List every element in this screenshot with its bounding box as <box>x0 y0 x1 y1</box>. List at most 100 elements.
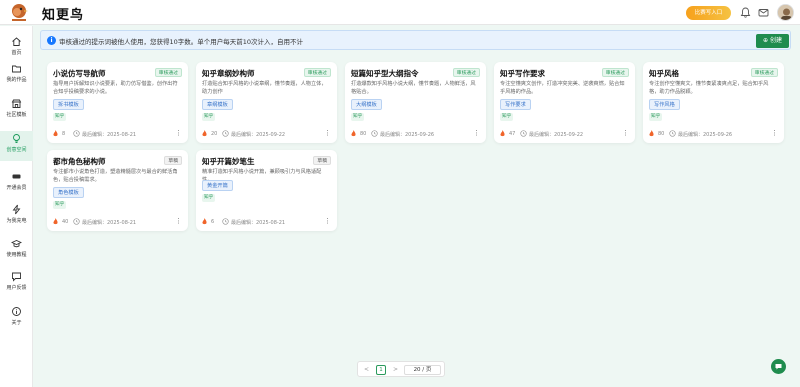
page-number-button[interactable]: 1 <box>376 365 386 375</box>
last-edited: 最后编辑：2025-08-21 <box>231 220 286 226</box>
sidebar-item-label: 创意空间 <box>6 147 27 153</box>
cap-icon <box>11 240 22 248</box>
template-tag[interactable]: 大纲模板 <box>351 99 382 110</box>
chat-bubble-icon <box>775 364 782 370</box>
vip-icon <box>12 174 21 179</box>
usage-count: 20 <box>211 131 218 137</box>
more-options-icon[interactable]: ⋮ <box>175 130 182 137</box>
card-title: 知乎章纲妙构师 <box>202 69 255 78</box>
sidebar-item-label: 社区模板 <box>6 112 27 118</box>
clock-icon <box>371 130 378 137</box>
template-tag[interactable]: 写作要求 <box>500 99 531 110</box>
usage-count: 80 <box>360 131 367 137</box>
sidebar-item-vip[interactable]: 开通会员 <box>0 171 33 201</box>
prompt-card[interactable]: 知乎章纲妙构师 审核通过 打造贴合知乎风格的小说章纲，懂节奏题，人物立体，助力创作章… <box>196 62 337 143</box>
usage-count: 47 <box>509 131 516 137</box>
card-title: 知乎开篇妙笔生 <box>202 157 255 166</box>
sidebar-item-about[interactable]: 关于 <box>0 306 33 336</box>
status-badge: 草稿 <box>164 156 182 165</box>
info-notice: i 审核通过的提示词被他人使用，您获得10字数。单个用户每天前10次计入，自用不… <box>40 30 791 50</box>
template-tag[interactable]: 写作风格 <box>649 99 680 110</box>
last-edited: 最后编辑：2025-08-21 <box>82 132 137 138</box>
sidebar-item-label: 用户反馈 <box>6 285 27 291</box>
card-title: 知乎风格 <box>649 69 679 78</box>
status-badge: 审核通过 <box>154 68 182 77</box>
prev-page-button[interactable]: < <box>362 365 371 375</box>
fire-icon <box>202 218 207 225</box>
avatar-image-icon <box>778 5 793 20</box>
prompt-card[interactable]: 都市角色秘构师 草稿 专注都市小说角色打造，塑造精髓层次与最合的鲜活角色，贴合投稿需… <box>47 150 188 231</box>
template-tag[interactable]: 拆书模板 <box>53 99 84 110</box>
create-button-label: 创建 <box>769 37 782 44</box>
last-edited: 最后编辑：2025-09-26 <box>380 132 435 138</box>
status-badge: 审核通过 <box>303 68 331 77</box>
last-edited: 最后编辑：2025-09-22 <box>231 132 286 138</box>
prompt-card[interactable]: 小说仿写导航师 审核通过 指导用户拆解知识小说要素，助力仿写借鉴，创作出符合知乎投稿… <box>47 62 188 143</box>
more-options-icon[interactable]: ⋮ <box>324 130 331 137</box>
prompt-card[interactable]: 知乎风格 审核通过 专注创作空懂爽文，懂节奏紧凑爽点足，贴合知乎风格，助力作品脱颖。… <box>643 62 784 143</box>
chat-icon <box>12 272 21 282</box>
home-icon <box>12 37 21 46</box>
folder-icon <box>12 65 21 73</box>
sidebar-item-feedback[interactable]: 用户反馈 <box>0 271 33 301</box>
sidebar-item-home[interactable]: 首页 <box>0 36 33 66</box>
sidebar-item-community-templates[interactable]: 社区模板 <box>0 98 33 128</box>
more-options-icon[interactable]: ⋮ <box>175 218 182 225</box>
top-bar: 知更鸟 比赛写入口 <box>0 0 800 25</box>
bell-icon[interactable] <box>739 6 752 19</box>
card-description: 专注都市小说角色打造，塑造精髓层次与最合的鲜活角色，贴合投稿需求。 <box>53 169 178 183</box>
template-tag[interactable]: 章纲模板 <box>202 99 233 110</box>
sidebar-item-label: 使用教程 <box>6 252 27 258</box>
platform-tag: 知乎 <box>53 113 67 121</box>
template-tag[interactable]: 角色模板 <box>53 187 84 198</box>
status-badge: 草稿 <box>313 156 331 165</box>
sidebar-item-label: 关于 <box>11 320 22 326</box>
more-options-icon[interactable]: ⋮ <box>473 130 480 137</box>
user-avatar[interactable] <box>777 4 794 21</box>
robin-logo-icon[interactable] <box>9 2 29 22</box>
more-options-icon[interactable]: ⋮ <box>771 130 778 137</box>
template-tag[interactable]: 黄金开篇 <box>202 179 233 191</box>
usage-count: 40 <box>62 219 69 225</box>
usage-count: 6 <box>211 219 215 225</box>
app-name: 知更鸟 <box>42 8 85 23</box>
clock-icon <box>520 130 527 137</box>
fire-icon <box>500 130 505 137</box>
floating-action-button[interactable] <box>771 359 786 374</box>
sidebar-item-label: 开通会员 <box>6 185 27 191</box>
page-size-select[interactable]: 20 / 页 <box>404 365 441 375</box>
card-description: 指导用户拆解知识小说要素，助力仿写借鉴，创作出符合知乎投稿要求的小说。 <box>53 81 178 95</box>
card-footer: 47 最后编辑：2025-09-22 ⋮ <box>500 130 629 138</box>
platform-tag: 知乎 <box>53 201 67 209</box>
fire-icon <box>202 130 207 137</box>
prompt-card[interactable]: 知乎开篇妙笔生草稿精准打造知乎风格小说开篇，兼顾吸引力与风格适配性。黄金开篇知乎… <box>196 150 337 231</box>
sidebar-item-recharge[interactable]: 为我充电 <box>0 204 33 234</box>
clock-icon <box>73 218 80 225</box>
last-edited: 最后编辑：2025-09-22 <box>529 132 584 138</box>
prompt-card[interactable]: 知乎写作要求 审核通过 专注空懂爽文创作，打造冲突完美、逆袭爽燃，贴合知乎风格的作品… <box>494 62 635 143</box>
status-badge: 审核通过 <box>750 68 778 77</box>
usage-count: 80 <box>658 131 665 137</box>
usage-count: 8 <box>62 131 66 137</box>
sidebar-item-label: 我的作品 <box>6 77 27 83</box>
next-page-button[interactable]: > <box>391 365 400 375</box>
create-button[interactable]: ⊕ 创建 <box>756 34 789 48</box>
card-footer: 80 最后编辑：2025-09-26 ⋮ <box>351 130 480 138</box>
sidebar-item-tutorial[interactable]: 使用教程 <box>0 238 33 268</box>
creator-entry-button[interactable]: 比赛写入口 <box>686 6 731 20</box>
more-options-icon[interactable]: ⋮ <box>324 218 331 225</box>
fire-icon <box>53 130 58 137</box>
mail-icon[interactable] <box>757 6 770 19</box>
card-title: 短篇知乎型大纲指令 <box>351 69 419 78</box>
fire-icon <box>53 218 58 225</box>
platform-tag: 知乎 <box>649 113 663 121</box>
more-options-icon[interactable]: ⋮ <box>622 130 629 137</box>
sidebar-item-my-works[interactable]: 我的作品 <box>0 63 33 93</box>
status-badge: 审核通过 <box>452 68 480 77</box>
platform-tag: 知乎 <box>500 113 514 121</box>
sidebar-item-label: 为我充电 <box>6 218 27 224</box>
card-footer: 20 最后编辑：2025-09-22 ⋮ <box>202 130 331 138</box>
prompt-card[interactable]: 短篇知乎型大纲指令 审核通过 打造爆款知乎风格小说大纲，懂节奏题，人物鲜活，风格贴合… <box>345 62 486 143</box>
card-footer: 6 最后编辑：2025-08-21 ⋮ <box>202 218 331 226</box>
sidebar-item-creative-space[interactable]: 创意空间 <box>0 131 33 161</box>
